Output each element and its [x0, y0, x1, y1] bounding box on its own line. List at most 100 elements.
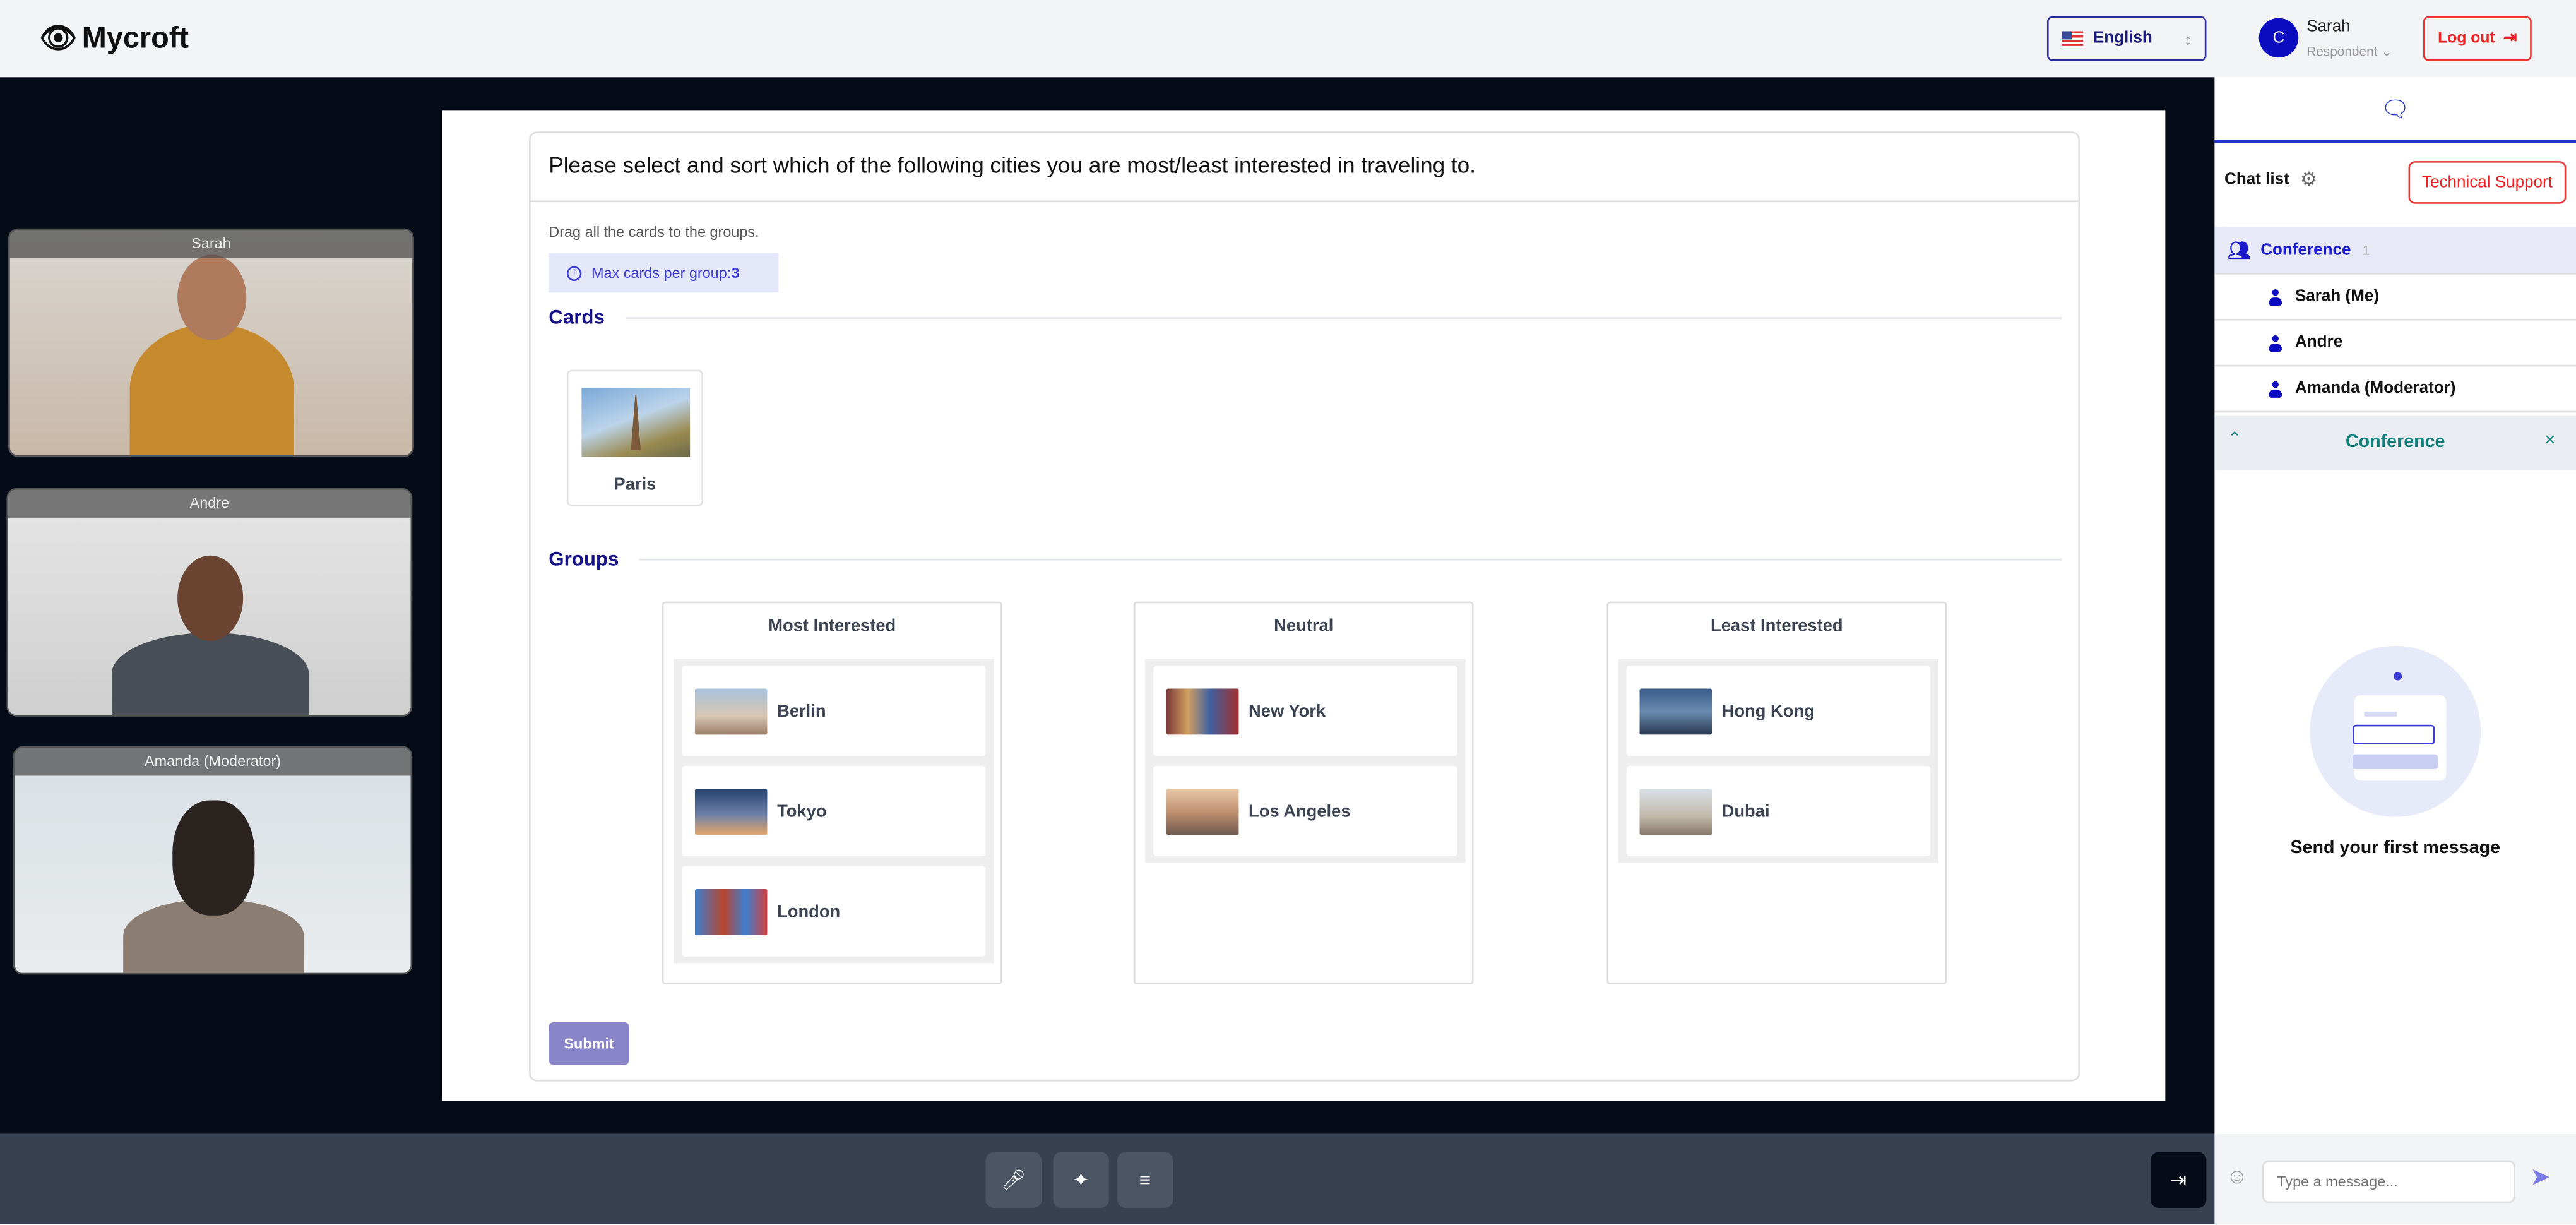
info-icon: i	[566, 265, 582, 280]
send-icon[interactable]: ➤	[2530, 1162, 2551, 1192]
card-label: Berlin	[777, 701, 826, 721]
user-icon	[2269, 288, 2282, 305]
microphone-icon: 🎤︎	[1001, 1168, 1026, 1192]
top-header: 👁 Mycroft English ↕ C Sarah Respondent ⌄ L…	[0, 0, 2576, 78]
empty-chat-illustration	[2310, 645, 2481, 817]
video-name: Sarah	[9, 230, 413, 258]
city-image	[1166, 688, 1239, 734]
question-title: Please select and sort which of the foll…	[549, 153, 1476, 178]
group-dropzone[interactable]: Berlin Tokyo London	[674, 659, 994, 964]
city-image	[1639, 787, 1712, 834]
chat-member[interactable]: Andre	[2214, 321, 2576, 367]
call-controls-bar: 🎤︎ ✦ ≡ ⇥	[0, 1133, 2215, 1225]
unread-count: 1	[2362, 242, 2370, 258]
group-card-tokyo[interactable]: Tokyo	[682, 765, 986, 857]
users-group-icon: 👥︎	[2228, 241, 2251, 261]
city-image	[694, 688, 768, 734]
submit-button[interactable]: Submit	[549, 1022, 629, 1065]
language-select[interactable]: English ↕	[2046, 16, 2207, 61]
user-role: Respondent	[2306, 44, 2378, 59]
video-name: Amanda (Moderator)	[15, 748, 411, 776]
group-most-interested[interactable]: Most Interested Berlin Tokyo London	[662, 601, 1002, 985]
chat-tab[interactable]: 🗨︎	[2214, 77, 2576, 143]
card-paris[interactable]: Paris	[566, 369, 703, 506]
logout-icon: ⇥	[2503, 29, 2517, 48]
video-tile-andre[interactable]: Andre	[6, 488, 413, 717]
gear-icon[interactable]: ⚙	[2300, 167, 2318, 190]
divider	[626, 317, 2062, 319]
empty-chat-text: Send your first message	[2290, 838, 2501, 858]
user-icon	[2269, 334, 2282, 351]
group-dropzone[interactable]: Hong Kong Dubai	[1618, 659, 1939, 863]
message-input[interactable]	[2262, 1160, 2515, 1204]
cards-heading: Cards	[549, 306, 605, 329]
card-label: London	[777, 901, 841, 921]
chat-sidebar: 🗨︎ Chat list ⚙ Technical Support 👥︎ Confe…	[2214, 77, 2576, 1225]
chevron-down-icon: ⌄	[2381, 44, 2392, 59]
card-label: Hong Kong	[1721, 701, 1815, 721]
group-least-interested[interactable]: Least Interested Hong Kong Dubai	[1606, 601, 1947, 985]
city-image	[694, 888, 768, 935]
avatar[interactable]: C	[2258, 18, 2299, 58]
chat-bubbles-icon: 🗨︎	[2380, 94, 2410, 121]
language-label: English	[2092, 29, 2152, 48]
paris-image	[581, 388, 691, 457]
collapse-panel-button[interactable]: ⇥	[2150, 1152, 2207, 1208]
logout-button[interactable]: Log out ⇥	[2423, 16, 2532, 61]
message-composer: ☺ ➤	[2214, 1133, 2576, 1225]
sparkle-icon: ✦	[1072, 1168, 1089, 1192]
group-card-hong-kong[interactable]: Hong Kong	[1626, 666, 1931, 756]
user-name[interactable]: Sarah	[2306, 18, 2350, 37]
user-icon	[2269, 380, 2282, 397]
groups-heading: Groups	[549, 547, 619, 571]
group-neutral[interactable]: Neutral New York Los Angeles	[1133, 601, 1474, 985]
member-name: Andre	[2294, 333, 2343, 352]
member-name: Sarah (Me)	[2294, 287, 2380, 306]
city-image	[1639, 688, 1712, 734]
chevron-updown-icon: ↕	[2184, 30, 2192, 47]
technical-support-button[interactable]: Technical Support	[2408, 161, 2567, 204]
card-label: Paris	[614, 475, 656, 495]
us-flag-icon	[2062, 31, 2084, 46]
card-label: New York	[1249, 701, 1326, 721]
city-image	[1166, 787, 1239, 834]
video-tile-amanda[interactable]: Amanda (Moderator)	[13, 746, 413, 975]
emoji-icon[interactable]: ☺	[2226, 1164, 2248, 1188]
settings-sliders-button[interactable]: ≡	[1117, 1152, 1173, 1208]
eye-search-icon: 👁	[39, 21, 77, 54]
max-label: Max cards per group:	[591, 265, 732, 282]
group-card-los-angeles[interactable]: Los Angeles	[1153, 765, 1457, 857]
logout-label: Log out	[2438, 29, 2495, 48]
group-card-new-york[interactable]: New York	[1153, 666, 1457, 756]
logo-text: Mycroft	[81, 21, 189, 54]
group-title: Most Interested	[768, 616, 896, 636]
video-name: Andre	[8, 489, 411, 518]
group-card-dubai[interactable]: Dubai	[1626, 765, 1931, 857]
question-card: Please select and sort which of the foll…	[529, 131, 2080, 1082]
divider	[639, 558, 2062, 561]
max-cards-info: i Max cards per group:3	[549, 253, 779, 293]
active-chat-header: ⌃ Conference ×	[2214, 415, 2576, 470]
close-icon[interactable]: ×	[2545, 431, 2556, 450]
group-card-berlin[interactable]: Berlin	[682, 666, 986, 756]
chat-name: Conference	[2260, 241, 2351, 259]
chat-member[interactable]: Sarah (Me)	[2214, 275, 2576, 321]
max-value: 3	[731, 265, 740, 282]
chat-member[interactable]: Amanda (Moderator)	[2214, 366, 2576, 413]
member-name: Amanda (Moderator)	[2294, 379, 2456, 398]
city-image	[694, 787, 768, 834]
active-chat-title: Conference	[2345, 432, 2445, 452]
card-label: Tokyo	[777, 801, 827, 822]
video-tile-sarah[interactable]: Sarah	[8, 228, 414, 457]
logo: 👁 Mycroft	[39, 21, 189, 56]
card-label: Dubai	[1721, 801, 1770, 822]
effects-button[interactable]: ✦	[1053, 1152, 1109, 1208]
divider	[530, 200, 2079, 203]
instruction-text: Drag all the cards to the groups.	[549, 223, 759, 240]
microphone-button[interactable]: 🎤︎	[985, 1152, 1042, 1208]
chat-list-label: Chat list	[2224, 170, 2289, 189]
group-card-london[interactable]: London	[682, 866, 986, 957]
group-dropzone[interactable]: New York Los Angeles	[1145, 659, 1466, 863]
user-role-dropdown[interactable]: Respondent ⌄	[2306, 44, 2392, 59]
chat-item-conference[interactable]: 👥︎ Conference 1	[2214, 227, 2576, 275]
